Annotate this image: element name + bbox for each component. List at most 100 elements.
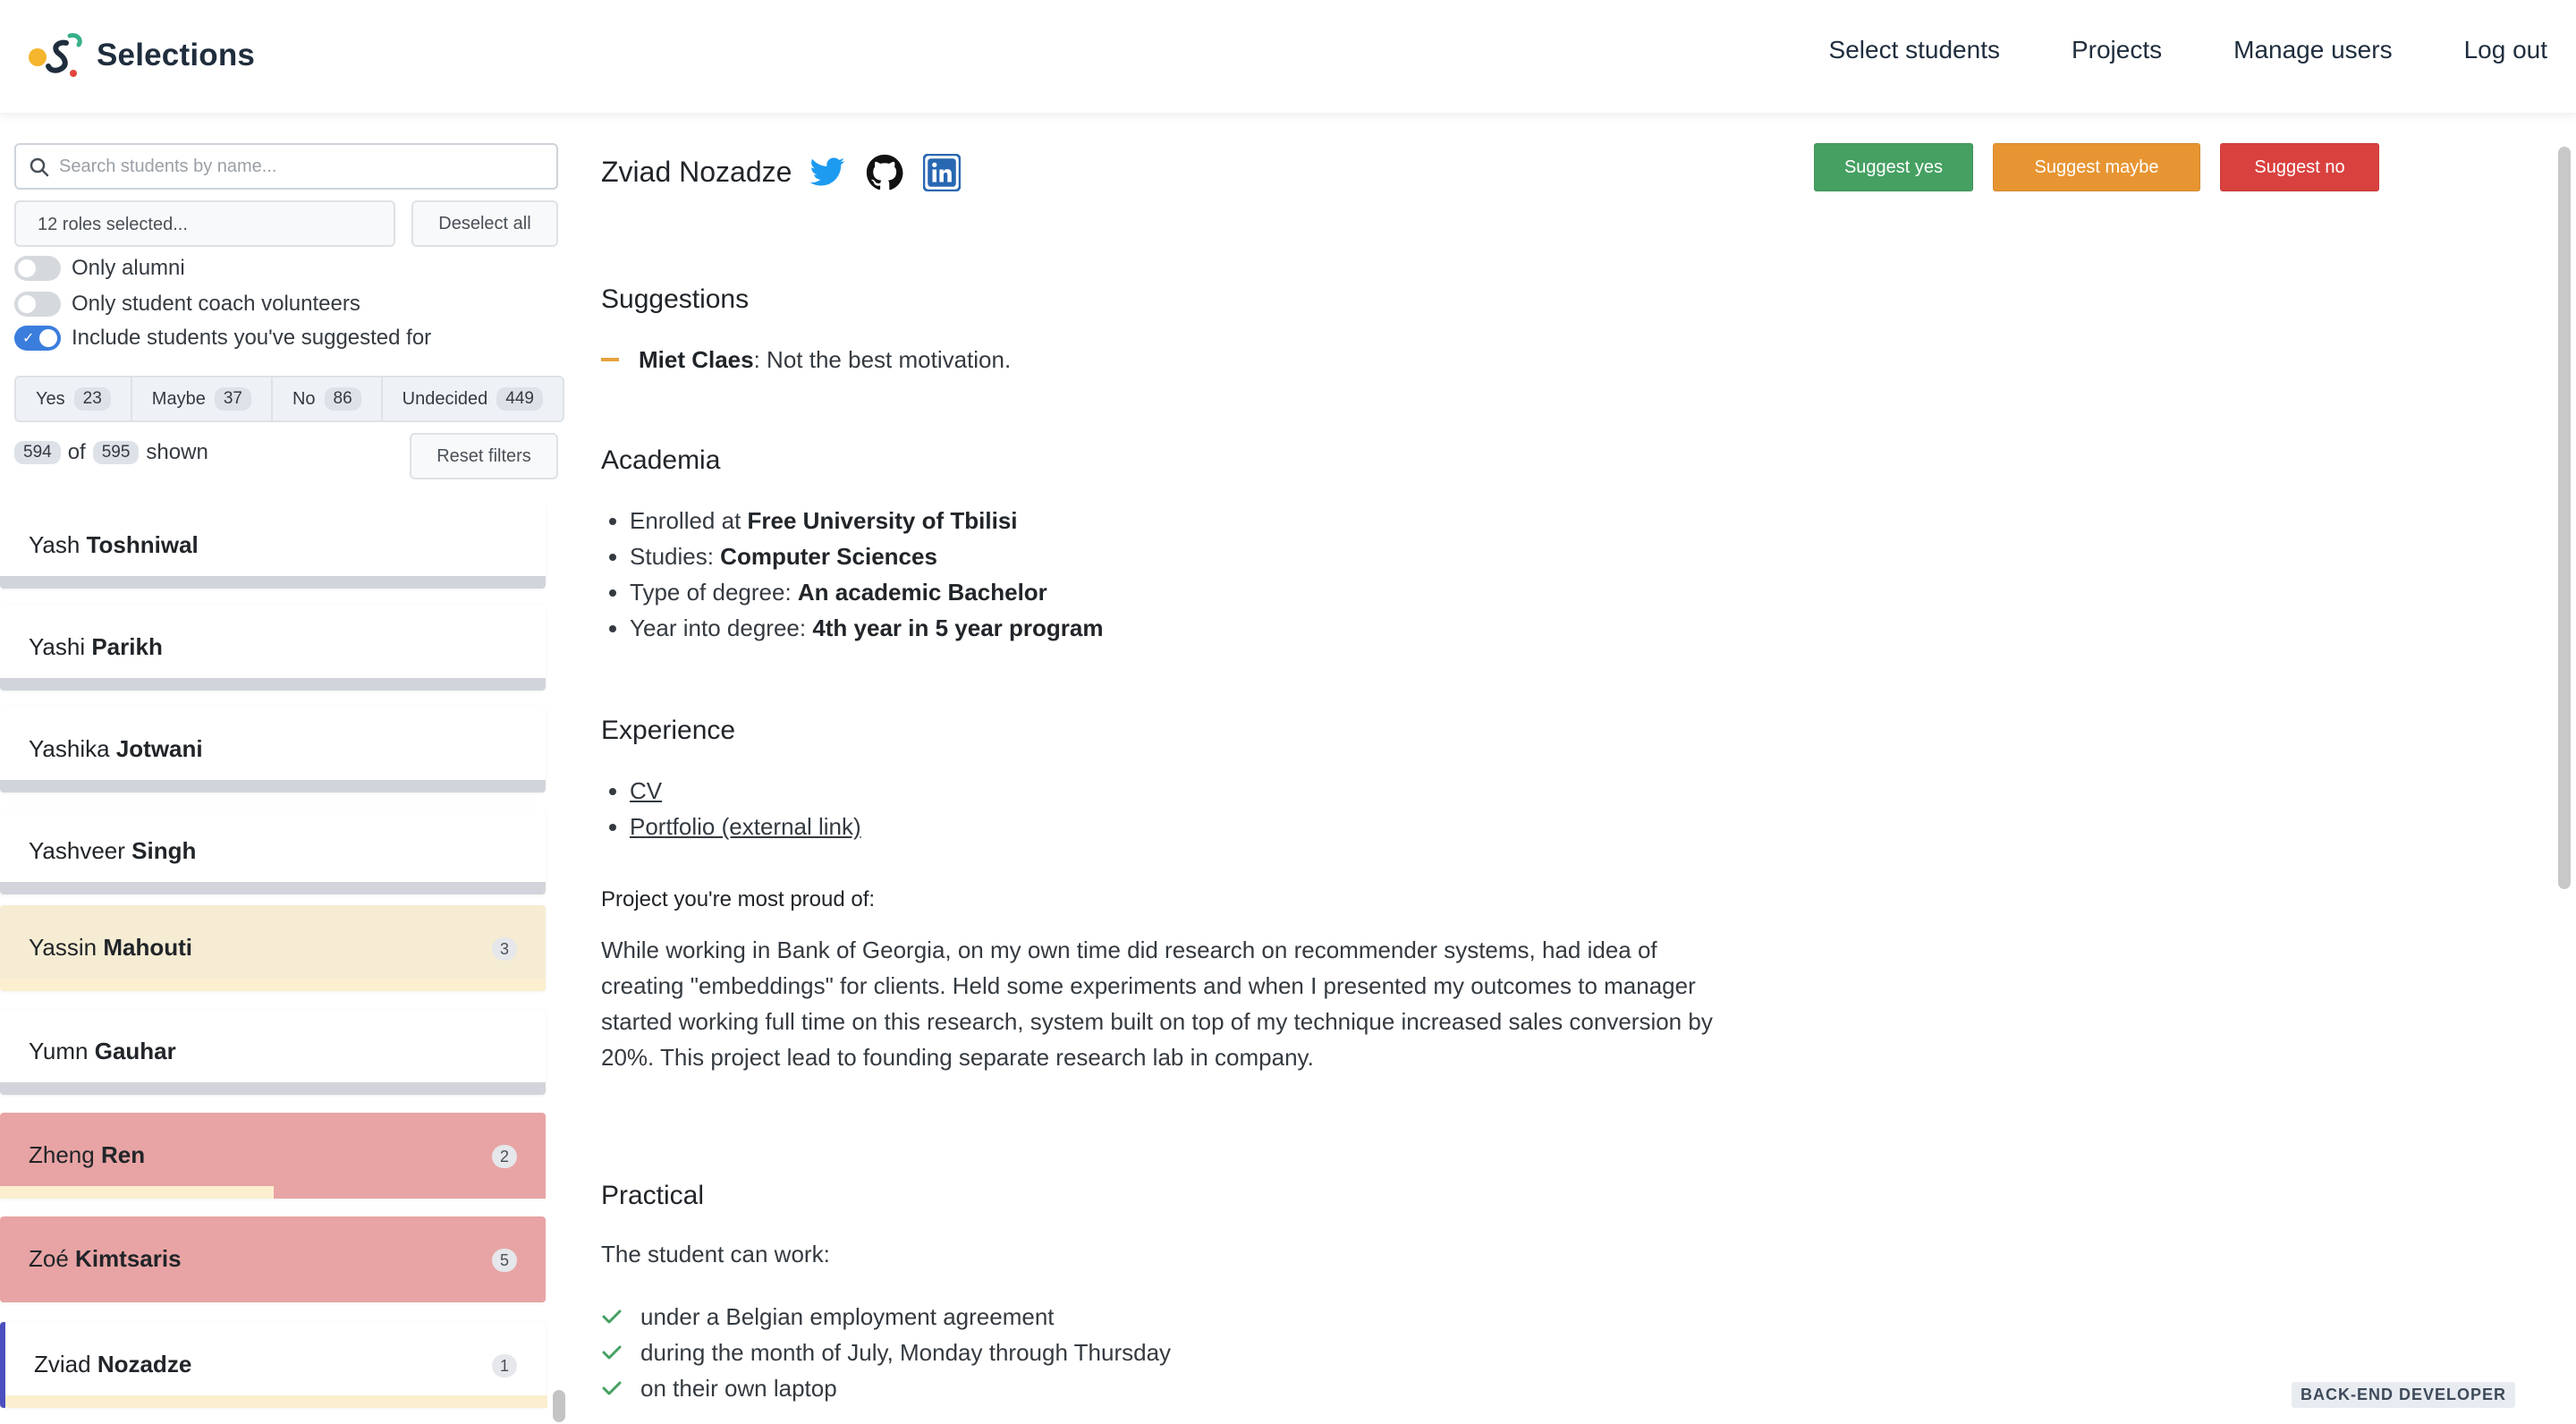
navbar: Selections Select students Projects Mana… [0,0,2576,113]
filter-no[interactable]: No 86 [270,376,383,422]
experience-title: Experience [601,716,736,745]
student-name: Yassin Mahouti [29,934,192,961]
brand[interactable]: Selections [27,30,255,81]
work-condition: under a Belgian employment agreement [601,1299,1171,1335]
count-badge: 449 [496,387,543,411]
reset-filters-button[interactable]: Reset filters [410,433,558,479]
suggestion-bar [5,1395,547,1408]
linkedin-icon[interactable] [923,154,961,191]
toggle-switch[interactable]: ✓ [14,326,61,351]
student-card[interactable]: Yashika Jotwani [0,707,546,793]
search-input[interactable] [59,145,551,188]
suggestion-bar [0,882,546,894]
shown-text: shown [146,440,208,464]
student-name: Yashika Jotwani [29,735,203,762]
check-icon [602,1345,622,1360]
suggest-yes-button[interactable]: Suggest yes [1814,143,1973,191]
suggestion-text: : Not the best motivation. [753,346,1012,373]
suggestion-bar [0,1290,546,1302]
filter-label: No [292,388,316,409]
shown-number: 594 [14,441,61,464]
cv-link[interactable]: CV [630,777,662,804]
toggle-only-coach-volunteers[interactable]: Only student coach volunteers [14,292,360,317]
work-conditions-list: under a Belgian employment agreement dur… [601,1299,1171,1406]
main-scrollbar[interactable] [2558,147,2571,889]
count-badge: 86 [324,387,361,411]
search-box [14,143,558,190]
proud-project-text: While working in Bank of Georgia, on my … [601,937,1713,1071]
portfolio-link[interactable]: Portfolio (external link) [630,813,861,840]
can-work-label: The student can work: [601,1241,830,1267]
nav-projects[interactable]: Projects [2072,36,2162,64]
student-name: Yash Toshniwal [29,531,199,558]
student-name: Yashveer Singh [29,837,197,864]
nav-select-students[interactable]: Select students [1829,36,2000,64]
shown-of-text: of [67,440,86,464]
student-card[interactable]: Zoé Kimtsaris 5 [0,1216,546,1302]
toggle-label: Include students you've suggested for [72,326,432,350]
academia-list: Enrolled at Free University of Tbilisi S… [630,503,1103,646]
check-icon: ✓ [22,331,35,346]
suggestion-author: Miet Claes [639,346,754,373]
student-card[interactable]: Yassin Mahouti 3 [0,905,546,991]
count-badge: 23 [73,387,111,411]
student-card[interactable]: Yash Toshniwal [0,503,546,589]
suggest-no-button[interactable]: Suggest no [2220,143,2379,191]
academia-title: Academia [601,445,721,475]
student-detail: Zviad Nozadze Suggest yes Suggest maybe … [572,113,2576,1424]
student-name: Zoé Kimtsaris [29,1245,182,1272]
toggle-include-suggested[interactable]: ✓ Include students you've suggested for [14,326,431,351]
deselect-all-button[interactable]: Deselect all [411,200,558,247]
practical-title: Practical [601,1181,705,1210]
count-badge: 37 [214,387,251,411]
nav-log-out[interactable]: Log out [2464,36,2547,64]
suggestion-count-badge: 3 [492,937,517,961]
filter-label: Yes [36,388,65,409]
sidebar-scrollbar[interactable] [553,1390,565,1422]
student-card[interactable]: Yashi Parikh [0,605,546,691]
suggestion-bar [0,780,546,793]
student-list: Yash Toshniwal Yashi Parikh Yashika Jotw… [0,503,547,1424]
student-name: Zheng Ren [29,1141,146,1168]
github-icon[interactable] [866,154,903,191]
suggestion-count-badge: 1 [492,1354,517,1377]
nav-links: Select students Projects Manage users Lo… [1829,36,2547,64]
nav-manage-users[interactable]: Manage users [2233,36,2392,64]
suggestion-bar [0,1186,546,1199]
suggestion-bar [0,678,546,691]
suggestions-title: Suggestions [601,284,750,314]
student-card[interactable]: Yashveer Singh [0,809,546,894]
filter-undecided[interactable]: Undecided 449 [380,376,564,422]
student-detail-name: Zviad Nozadze [601,156,792,188]
total-number: 595 [92,441,140,464]
suggestion-count-badge: 2 [492,1145,517,1168]
maybe-indicator-icon [601,358,619,361]
brand-title: Selections [97,38,256,72]
student-card-selected[interactable]: Zviad Nozadze 1 [0,1322,547,1408]
roles-select[interactable]: 12 roles selected... [14,200,395,247]
toggle-only-alumni[interactable]: Only alumni [14,256,185,281]
shown-count: 594 of 595 shown [14,440,208,465]
toggle-label: Only alumni [72,256,185,280]
academia-item: Enrolled at Free University of Tbilisi [630,503,1103,538]
filter-maybe[interactable]: Maybe 37 [130,376,273,422]
academia-item: Type of degree: An academic Bachelor [630,574,1103,610]
work-condition: on their own laptop [601,1370,1171,1406]
student-name: Yumn Gauhar [29,1038,176,1064]
suggestion-count-badge: 5 [492,1249,517,1272]
experience-item: Portfolio (external link) [630,809,861,844]
suggest-maybe-button[interactable]: Suggest maybe [1993,143,2200,191]
academia-item: Year into degree: 4th year in 5 year pro… [630,610,1103,646]
twitter-icon[interactable] [809,154,846,191]
filter-yes[interactable]: Yes 23 [14,376,132,422]
osoc-logo-icon [29,33,82,77]
suggestion-item: Miet Claes : Not the best motivation. [601,342,1011,377]
filter-label: Maybe [151,388,206,409]
student-card[interactable]: Zheng Ren 2 [0,1113,546,1199]
filter-label: Undecided [402,388,488,409]
student-card[interactable]: Yumn Gauhar [0,1009,546,1095]
toggle-switch[interactable] [14,292,61,317]
toggle-switch[interactable] [14,256,61,281]
student-name: Zviad Nozadze [34,1351,192,1377]
check-icon [602,1381,622,1395]
